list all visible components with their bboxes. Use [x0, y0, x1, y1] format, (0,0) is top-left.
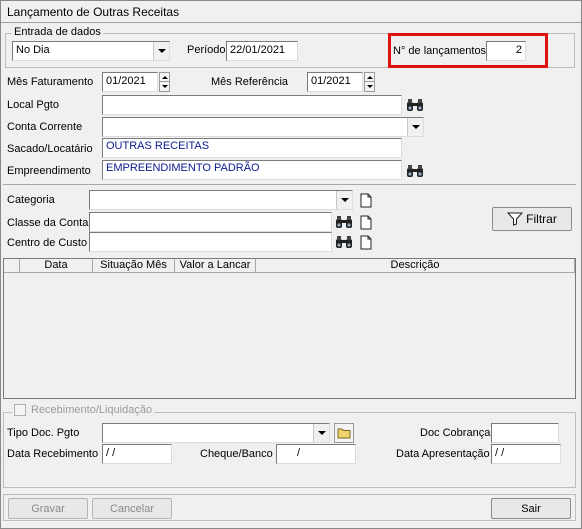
classe-label: Classe da Conta: [7, 217, 89, 229]
binoculars-icon[interactable]: [405, 161, 425, 181]
mes-ref-spinner[interactable]: [364, 72, 375, 92]
filtrar-label: Filtrar: [526, 212, 557, 226]
data-receb-input[interactable]: / /: [102, 444, 172, 464]
mes-ref-label: Mês Referência: [211, 76, 289, 88]
recebimento-legend-wrap: Recebimento/Liquidação: [12, 404, 155, 416]
binoculars-icon[interactable]: [334, 232, 354, 252]
separator: [3, 184, 576, 185]
grid-col-descricao[interactable]: Descrição: [256, 259, 575, 272]
categoria-select[interactable]: [89, 190, 353, 210]
data-receb-label: Data Recebimento: [7, 448, 99, 460]
categoria-label: Categoria: [7, 194, 55, 206]
cancelar-button[interactable]: Cancelar: [92, 498, 172, 519]
gravar-button[interactable]: Gravar: [8, 498, 88, 519]
recebimento-legend: Recebimento/Liquidação: [31, 404, 153, 416]
window-title: Lançamento de Outras Receitas: [1, 1, 581, 23]
new-document-icon[interactable]: [356, 190, 376, 210]
mode-select[interactable]: No Dia: [12, 41, 170, 61]
mes-fat-input[interactable]: 01/2021: [102, 72, 158, 92]
doc-cobranca-input[interactable]: [491, 423, 559, 443]
conta-corrente-label: Conta Corrente: [7, 121, 83, 133]
periodo-label: Período: [187, 44, 226, 56]
periodo-input[interactable]: 22/01/2021: [226, 41, 298, 61]
data-apres-input[interactable]: / /: [491, 444, 561, 464]
sacado-label: Sacado/Locatário: [7, 143, 93, 155]
local-pgto-input[interactable]: [102, 95, 402, 115]
nlanc-input[interactable]: 2: [486, 41, 526, 61]
grid-header-indicator: [4, 259, 20, 272]
sair-button[interactable]: Sair: [491, 498, 571, 519]
cheque-input[interactable]: /: [276, 444, 356, 464]
mode-select-value: No Dia: [16, 44, 50, 56]
cheque-label: Cheque/Banco: [200, 448, 273, 460]
tipo-doc-select[interactable]: [102, 423, 330, 443]
mes-ref-input[interactable]: 01/2021: [307, 72, 363, 92]
recebimento-checkbox[interactable]: [14, 404, 26, 416]
classe-input[interactable]: [89, 212, 332, 232]
new-document-icon[interactable]: [356, 232, 376, 252]
grid-col-valor[interactable]: Valor a Lancar: [175, 259, 256, 272]
folder-icon[interactable]: [334, 423, 354, 443]
chevron-down-icon[interactable]: [153, 42, 169, 60]
entrada-legend: Entrada de dados: [12, 26, 103, 38]
sacado-input[interactable]: OUTRAS RECEITAS: [102, 138, 402, 158]
chevron-down-icon[interactable]: [407, 118, 423, 136]
data-grid[interactable]: Data Situação Mês Valor a Lancar Descriç…: [3, 258, 576, 399]
binoculars-icon[interactable]: [334, 212, 354, 232]
chevron-down-icon[interactable]: [313, 424, 329, 442]
data-apres-label: Data Apresentação: [396, 448, 490, 460]
mes-fat-spinner[interactable]: [159, 72, 170, 92]
grid-header: Data Situação Mês Valor a Lancar Descriç…: [4, 259, 575, 273]
local-pgto-label: Local Pgto: [7, 99, 59, 111]
nlanc-label: N° de lançamentos: [393, 45, 487, 57]
new-document-icon[interactable]: [356, 212, 376, 232]
centro-input[interactable]: [89, 232, 332, 252]
mes-fat-label: Mês Faturamento: [7, 76, 94, 88]
chevron-down-icon[interactable]: [336, 191, 352, 209]
doc-cobranca-label: Doc Cobrança: [420, 427, 491, 439]
filtrar-button[interactable]: Filtrar: [492, 207, 572, 231]
filter-icon: [507, 212, 524, 226]
empreendimento-label: Empreendimento: [7, 165, 91, 177]
conta-corrente-select[interactable]: [102, 117, 424, 137]
grid-col-data[interactable]: Data: [20, 259, 93, 272]
empreendimento-input[interactable]: EMPREENDIMENTO PADRÃO: [102, 160, 402, 180]
grid-col-situacao[interactable]: Situação Mês: [93, 259, 175, 272]
binoculars-icon[interactable]: [405, 95, 425, 115]
tipo-doc-label: Tipo Doc. Pgto: [7, 427, 80, 439]
centro-label: Centro de Custo: [7, 237, 88, 249]
